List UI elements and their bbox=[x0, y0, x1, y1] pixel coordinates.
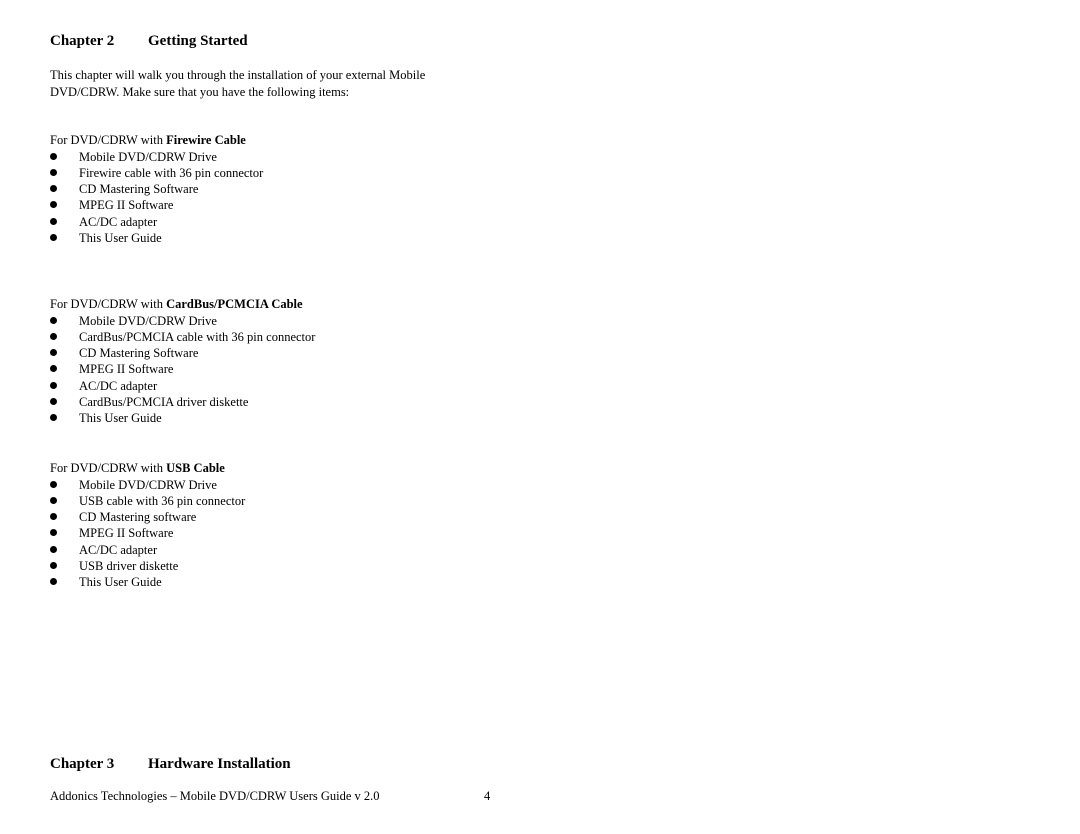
section-heading: For DVD/CDRW with Firewire Cable bbox=[50, 132, 263, 149]
intro-paragraph: This chapter will walk you through the i… bbox=[50, 67, 490, 100]
bullet-icon bbox=[50, 332, 57, 340]
bullet-icon bbox=[50, 217, 57, 225]
list-item: CardBus/PCMCIA cable with 36 pin connect… bbox=[50, 329, 315, 345]
list-item-text: CD Mastering software bbox=[79, 510, 197, 525]
bullet-icon bbox=[50, 185, 57, 193]
chapter-title: Getting Started bbox=[148, 33, 248, 49]
list-item-text: This User Guide bbox=[79, 411, 162, 426]
section-heading-cable: Firewire Cable bbox=[166, 133, 246, 147]
list-item: CardBus/PCMCIA driver diskette bbox=[50, 394, 315, 410]
list-item-text: Mobile DVD/CDRW Drive bbox=[79, 477, 217, 492]
section-heading-prefix: For DVD/CDRW with bbox=[50, 297, 167, 311]
list-item: USB cable with 36 pin connector bbox=[50, 493, 245, 509]
section-heading: For DVD/CDRW with CardBus/PCMCIA Cable bbox=[50, 296, 315, 313]
list-item-text: This User Guide bbox=[79, 230, 162, 245]
list-item-text: Firewire cable with 36 pin connector bbox=[79, 165, 264, 180]
intro-line: This chapter will walk you through the i… bbox=[50, 68, 426, 82]
list-item: MPEG II Software bbox=[50, 525, 245, 541]
list-item-text: Mobile DVD/CDRW Drive bbox=[79, 149, 217, 164]
list-item-text: AC/DC adapter bbox=[79, 378, 158, 393]
section-usb: For DVD/CDRW with USB Cable Mobile DVD/C… bbox=[50, 460, 245, 591]
list-item: AC/DC adapter bbox=[50, 542, 245, 558]
list-item: CD Mastering software bbox=[50, 509, 245, 525]
bullet-icon bbox=[50, 397, 57, 405]
list-item-text: AC/DC adapter bbox=[79, 214, 158, 229]
list-item: MPEG II Software bbox=[50, 197, 263, 213]
section-heading-prefix: For DVD/CDRW with bbox=[50, 133, 167, 147]
bullet-icon bbox=[50, 496, 57, 504]
bullet-icon bbox=[50, 381, 57, 389]
section-heading-cable: CardBus/PCMCIA Cable bbox=[166, 297, 303, 311]
list-item-text: USB driver diskette bbox=[79, 558, 179, 573]
bullet-icon bbox=[50, 349, 57, 357]
list-item-text: CD Mastering Software bbox=[79, 346, 199, 361]
chapter-3-heading: Chapter 3 Hardware Installation bbox=[50, 756, 291, 773]
section-heading: For DVD/CDRW with USB Cable bbox=[50, 460, 245, 477]
section-heading-prefix: For DVD/CDRW with bbox=[50, 461, 167, 475]
bullet-icon bbox=[50, 480, 57, 488]
list-item: USB driver diskette bbox=[50, 558, 245, 574]
bullet-icon bbox=[50, 545, 57, 553]
list-item: MPEG II Software bbox=[50, 361, 315, 377]
item-list: Mobile DVD/CDRW Drive USB cable with 36 … bbox=[50, 477, 245, 591]
list-item: Mobile DVD/CDRW Drive bbox=[50, 477, 245, 493]
bullet-icon bbox=[50, 152, 57, 160]
bullet-icon bbox=[50, 561, 57, 569]
chapter-number: Chapter 3 bbox=[50, 756, 115, 772]
list-item-text: Mobile DVD/CDRW Drive bbox=[79, 313, 217, 328]
list-item: This User Guide bbox=[50, 574, 245, 590]
bullet-icon bbox=[50, 233, 57, 241]
chapter-2-heading: Chapter 2 Getting Started bbox=[50, 33, 248, 50]
section-heading-cable: USB Cable bbox=[166, 461, 225, 475]
intro-line: DVD/CDRW. Make sure that you have the fo… bbox=[50, 84, 350, 99]
page-number: 4 bbox=[484, 789, 491, 803]
item-list: Mobile DVD/CDRW Drive Firewire cable wit… bbox=[50, 149, 263, 247]
list-item-text: This User Guide bbox=[79, 575, 162, 590]
list-item-text: MPEG II Software bbox=[79, 526, 174, 541]
list-item: CD Mastering Software bbox=[50, 181, 263, 197]
bullet-icon bbox=[50, 316, 57, 324]
list-item-text: MPEG II Software bbox=[79, 198, 174, 213]
list-item: CD Mastering Software bbox=[50, 345, 315, 361]
list-item: This User Guide bbox=[50, 410, 315, 426]
section-firewire: For DVD/CDRW with Firewire Cable Mobile … bbox=[50, 132, 263, 246]
page-footer: Addonics Technologies – Mobile DVD/CDRW … bbox=[50, 789, 380, 803]
bullet-icon bbox=[50, 414, 57, 422]
list-item-text: USB cable with 36 pin connector bbox=[79, 493, 246, 508]
bullet-icon bbox=[50, 168, 57, 176]
list-item-text: CardBus/PCMCIA driver diskette bbox=[79, 394, 249, 409]
chapter-title: Hardware Installation bbox=[148, 756, 291, 772]
list-item: AC/DC adapter bbox=[50, 378, 315, 394]
list-item: Firewire cable with 36 pin connector bbox=[50, 165, 263, 181]
bullet-icon bbox=[50, 201, 57, 209]
list-item-text: CD Mastering Software bbox=[79, 182, 199, 197]
list-item-text: CardBus/PCMCIA cable with 36 pin connect… bbox=[79, 329, 316, 344]
bullet-icon bbox=[50, 365, 57, 373]
bullet-icon bbox=[50, 529, 57, 537]
chapter-number: Chapter 2 bbox=[50, 33, 115, 49]
list-item-text: MPEG II Software bbox=[79, 362, 174, 377]
bullet-icon bbox=[50, 513, 57, 521]
list-item: Mobile DVD/CDRW Drive bbox=[50, 313, 315, 329]
list-item: Mobile DVD/CDRW Drive bbox=[50, 149, 263, 165]
list-item-text: AC/DC adapter bbox=[79, 542, 158, 557]
bullet-icon bbox=[50, 578, 57, 586]
list-item: AC/DC adapter bbox=[50, 214, 263, 230]
section-cardbus: For DVD/CDRW with CardBus/PCMCIA Cable M… bbox=[50, 296, 315, 427]
item-list: Mobile DVD/CDRW Drive CardBus/PCMCIA cab… bbox=[50, 313, 315, 427]
list-item: This User Guide bbox=[50, 230, 263, 246]
